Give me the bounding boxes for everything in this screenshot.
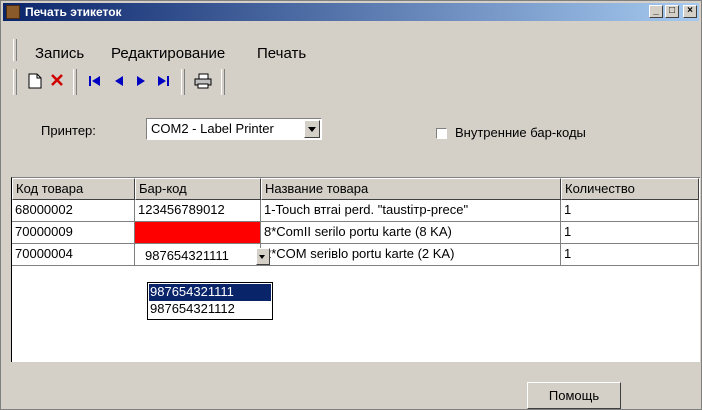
barcode-option-1[interactable]: 987654321111 [149, 284, 271, 301]
chevron-down-icon [259, 255, 265, 259]
printer-select[interactable]: COM2 - Label Printer [146, 118, 322, 140]
menu-print[interactable]: Печать [257, 45, 306, 62]
toolbar-grip-1[interactable] [13, 69, 17, 95]
header-code[interactable]: Код товара [12, 178, 135, 200]
table-row-2-qty[interactable]: 1 [561, 222, 699, 244]
header-name[interactable]: Название товара [261, 178, 561, 200]
printer-select-value: COM2 - Label Printer [151, 121, 274, 136]
maximize-button[interactable]: □ [665, 5, 679, 18]
items-table[interactable]: Код товара Бар-код Название товара Колич… [11, 177, 700, 362]
table-row-3-name[interactable]: 2*COM seriвlo portu karte (2 KA) [261, 244, 561, 266]
minimize-button[interactable]: _ [649, 5, 663, 18]
table-row-2-code[interactable]: 70000009 [12, 222, 135, 244]
table-row-2-name[interactable]: 8*ComІІ serilo portu karte (8 KA) [261, 222, 561, 244]
table-row-1-barcode[interactable]: 123456789012 [135, 200, 261, 222]
internal-barcodes-checkbox[interactable] [436, 128, 447, 139]
window-title: Печать этикеток [25, 5, 122, 19]
first-record-icon[interactable] [85, 73, 105, 93]
menu-record[interactable]: Запись [35, 45, 84, 62]
table-row-1-name[interactable]: 1-Touch втrai perd. "taustітр-prece" [261, 200, 561, 222]
toolbar [3, 67, 699, 97]
barcode-dropdown-list[interactable]: 987654321111 987654321112 [147, 282, 273, 320]
table-row-2-barcode[interactable] [135, 222, 261, 244]
toolbar-grip-2[interactable] [73, 69, 77, 95]
next-record-icon[interactable] [131, 73, 151, 93]
toolbar-grip-4 [221, 69, 225, 95]
prev-record-icon[interactable] [109, 73, 129, 93]
toolbar-grip-3[interactable] [181, 69, 185, 95]
title-bar[interactable]: Печать этикеток _ □ × [3, 3, 699, 21]
menu-edit[interactable]: Редактирование [111, 45, 225, 62]
table-row-3-code[interactable]: 70000004 [12, 244, 135, 266]
table-row-3-barcode[interactable]: 987654321111 [135, 244, 261, 266]
menu-bar: Запись Редактирование Печать [3, 39, 699, 63]
help-button[interactable]: Помощь [527, 382, 621, 409]
last-record-icon[interactable] [153, 73, 173, 93]
internal-barcodes-label[interactable]: Внутренние бар-коды [455, 125, 586, 140]
barcode-dropdown-button[interactable] [256, 248, 270, 265]
chevron-down-icon [308, 127, 316, 132]
printer-label: Принтер: [41, 123, 96, 138]
header-qty[interactable]: Количество [561, 178, 699, 200]
new-icon[interactable] [25, 73, 45, 93]
printer-select-dropdown-button[interactable] [304, 120, 320, 138]
printer-panel: Принтер: COM2 - Label Printer Внутренние… [3, 101, 699, 173]
table-row-1-code[interactable]: 68000002 [12, 200, 135, 222]
header-barcode[interactable]: Бар-код [135, 178, 261, 200]
menu-grip[interactable] [13, 39, 17, 61]
app-icon [6, 5, 20, 19]
label-print-window: Печать этикеток _ □ × Запись Редактирова… [0, 0, 702, 410]
table-row-3-qty[interactable]: 1 [561, 244, 699, 266]
printer-icon[interactable] [193, 73, 213, 93]
table-row-1-qty[interactable]: 1 [561, 200, 699, 222]
delete-icon[interactable] [47, 73, 67, 93]
close-button[interactable]: × [683, 5, 697, 18]
barcode-option-2[interactable]: 987654321112 [149, 301, 271, 318]
